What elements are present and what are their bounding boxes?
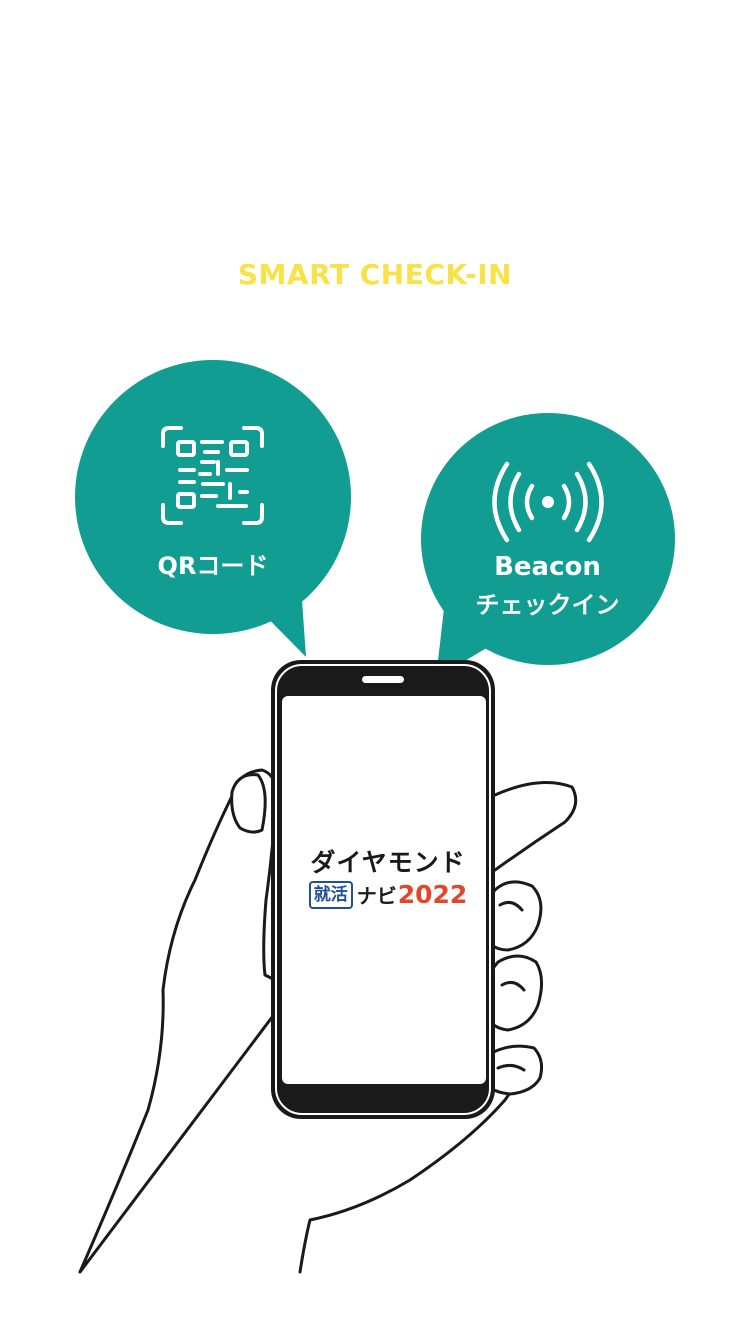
logo-navi-text: ナビ xyxy=(356,884,397,908)
beacon-label: Beacon xyxy=(494,552,601,582)
check-in-illustration xyxy=(75,360,675,1274)
logo-badge: 就活 xyxy=(308,880,353,909)
qr-code-label: QRコード xyxy=(157,552,269,580)
app-logo: ダイヤモンド 就活 ナビ 2022 xyxy=(308,848,468,909)
logo-brand-text: ダイヤモンド xyxy=(310,848,466,877)
beacon-bubble[interactable] xyxy=(421,413,675,678)
qr-bubble[interactable] xyxy=(75,360,351,657)
beacon-checkin-label: チェックイン xyxy=(475,591,620,619)
logo-year: 2022 xyxy=(397,880,468,909)
